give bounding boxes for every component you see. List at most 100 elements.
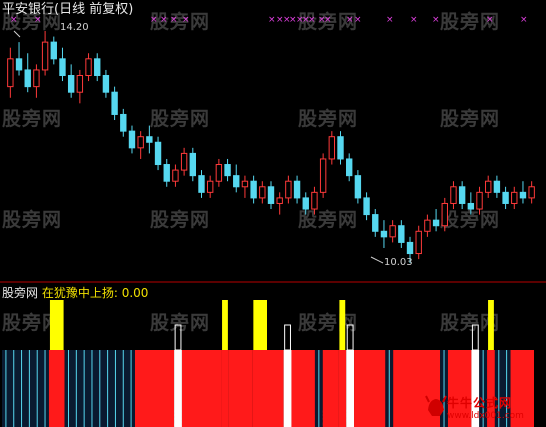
indicator-name: 股旁网 [2, 286, 39, 300]
candle [285, 180, 292, 199]
strip-bar-white [283, 350, 292, 427]
strip-bar-blue [2, 350, 49, 427]
candle [493, 180, 501, 193]
candle [346, 158, 353, 177]
candle [276, 197, 283, 204]
signal-marker: × [410, 15, 418, 25]
candle [337, 136, 344, 160]
strip-bar-red [291, 350, 315, 427]
bull-icon [425, 395, 447, 416]
signal-marker: × [150, 15, 158, 25]
signal-marker: × [520, 15, 528, 25]
candle [432, 219, 440, 227]
candle [7, 58, 14, 88]
candle [389, 225, 396, 238]
candle [59, 58, 66, 77]
signal-marker: × [170, 15, 178, 25]
signal-marker: × [432, 15, 440, 25]
candle [94, 58, 101, 77]
signal-marker: × [324, 15, 332, 25]
candle [250, 180, 257, 199]
logo-url: www.ldx001.com [447, 411, 524, 421]
signal-marker: × [182, 15, 190, 25]
chart-title[interactable]: 平安银行(日线 前复权) [2, 3, 133, 16]
strip-bar-yellow [339, 300, 346, 350]
indicator-label: 在犹豫中上扬: [41, 286, 118, 300]
candle [398, 225, 405, 243]
candle [85, 58, 92, 77]
candle [311, 191, 318, 210]
strip-bar-outline [284, 324, 291, 351]
signal-marker: × [160, 15, 168, 25]
site-logo: 牛牛公式网 www.ldx001.com [425, 392, 543, 425]
strip-bar-yellow [49, 300, 64, 350]
candle [102, 75, 110, 93]
strip-bar-outline [346, 324, 354, 351]
candle [180, 152, 188, 171]
signal-marker: × [346, 15, 354, 25]
strip-bar-red [181, 350, 222, 427]
candle [50, 41, 57, 60]
stock-chart-window: 股旁网 股旁网 股旁网 股旁网 股旁网 股旁网 股旁网 股旁网 股旁网 股旁网 … [0, 0, 546, 427]
strip-bar-outline [174, 324, 182, 351]
strip-bar-red [228, 350, 253, 427]
candle [172, 169, 179, 182]
candle [198, 175, 205, 193]
candle [24, 69, 31, 88]
candle [372, 214, 379, 232]
candle [33, 69, 40, 88]
candle [67, 75, 75, 93]
max-marker-line [13, 30, 21, 38]
candle [259, 186, 266, 199]
candle [120, 113, 127, 132]
candle [467, 202, 475, 210]
candle [511, 191, 518, 204]
strip-bar-red [338, 350, 347, 427]
indicator-value: 0.00 [121, 286, 149, 300]
candlestick-chart[interactable]: × × × × × × × × ×× ××× ×× × × × × × × × [0, 0, 546, 427]
candle [302, 197, 309, 210]
candle [458, 186, 466, 204]
candle [363, 197, 370, 216]
logo-name: 牛牛公式网 [447, 396, 513, 410]
candle [206, 180, 214, 193]
strip-bar-red [354, 350, 386, 427]
candle [528, 186, 535, 199]
max-price-label: 14.20 [60, 22, 89, 33]
candle [293, 180, 301, 199]
signal-marker: × [386, 15, 394, 25]
candle [215, 164, 223, 182]
candle [41, 41, 49, 71]
candle [137, 136, 144, 149]
candle [502, 191, 509, 204]
indicator-header[interactable]: 股旁网 在犹豫中上扬: 0.00 [2, 287, 148, 299]
strip-bar-red [322, 350, 339, 427]
signal-marker: × [308, 15, 316, 25]
candle [485, 180, 492, 193]
candle [450, 186, 457, 204]
candle [519, 191, 527, 199]
candle [154, 141, 162, 166]
candle [163, 164, 170, 182]
candle [476, 191, 483, 210]
strip-bar-red [135, 350, 175, 427]
strip-bar-yellow [253, 300, 267, 350]
min-marker-line [370, 256, 384, 264]
strip-bar-yellow [488, 300, 494, 350]
candle [189, 152, 196, 177]
signal-marker: × [268, 15, 276, 25]
candle [415, 230, 422, 255]
candle [146, 136, 153, 143]
strip-bar-white [174, 350, 182, 427]
candle [424, 219, 431, 232]
strip-bar-red [268, 350, 284, 427]
candle [406, 241, 414, 255]
candle [111, 91, 118, 115]
strip-bar-red [252, 350, 268, 427]
strip-bar-white [346, 350, 355, 427]
strip-bar-outline [471, 324, 479, 351]
strip-bar-yellow [222, 300, 228, 350]
candle [319, 158, 327, 193]
candle [224, 164, 231, 177]
strip-bar-red [48, 350, 65, 427]
